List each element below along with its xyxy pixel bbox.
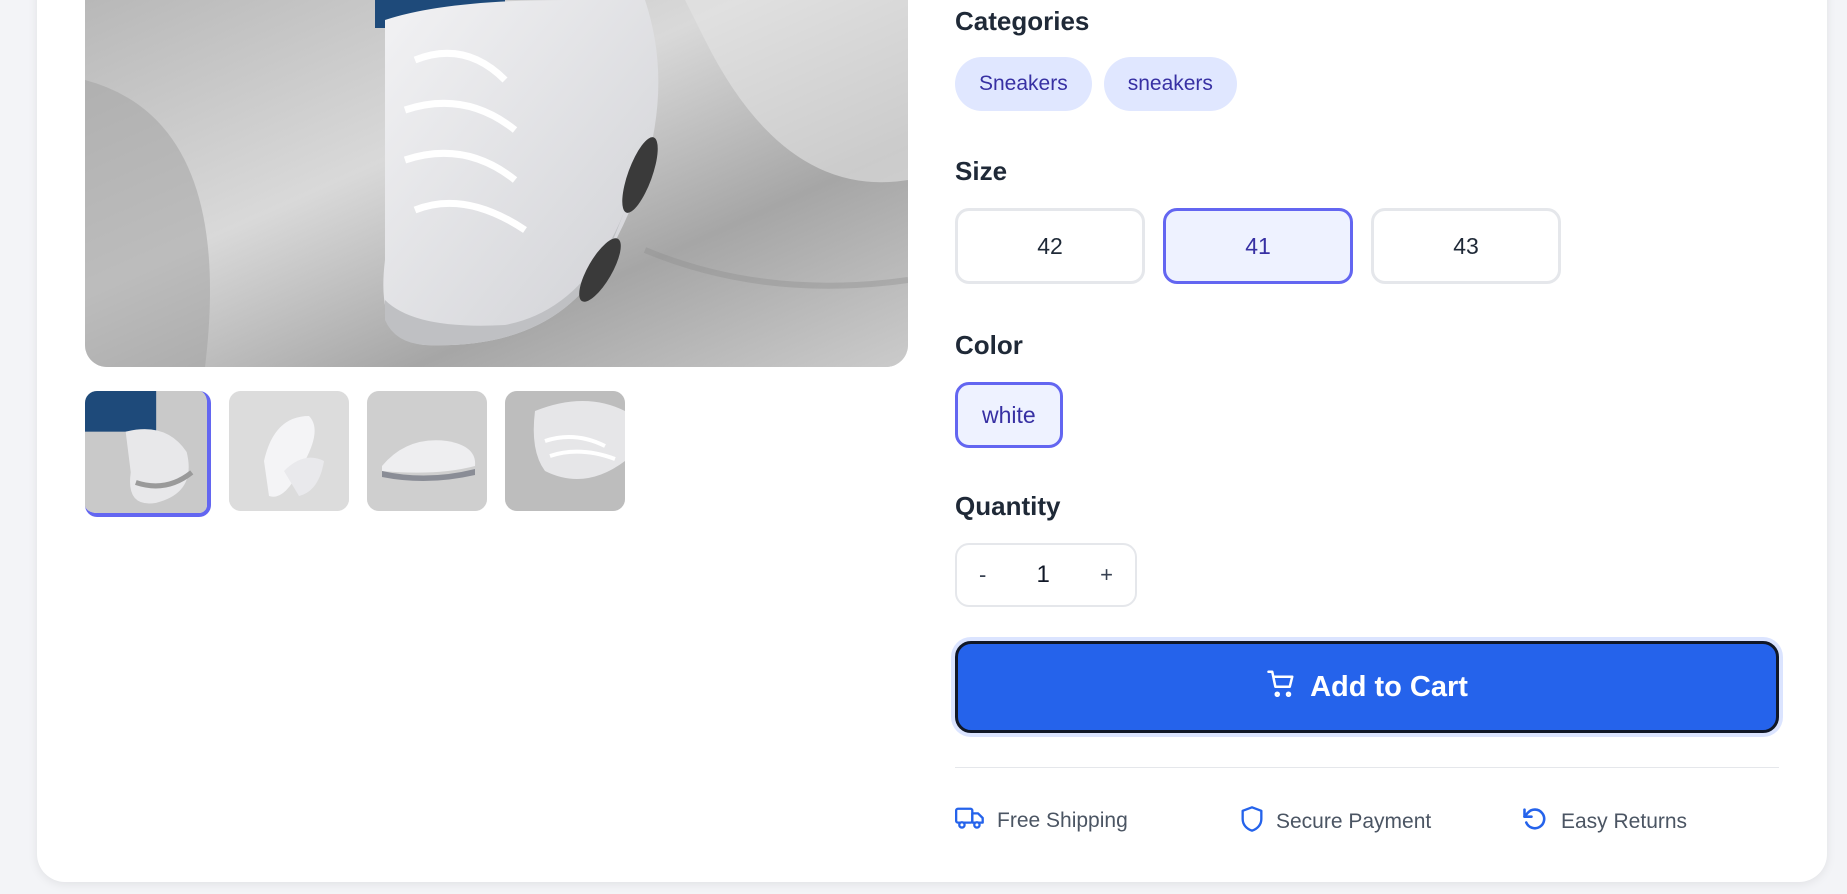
category-chips: Sneakers sneakers [955, 57, 1237, 111]
truck-icon [955, 805, 985, 837]
cart-icon [1266, 668, 1296, 706]
feature-label: Secure Payment [1276, 810, 1432, 833]
feature-label: Easy Returns [1561, 810, 1688, 833]
thumbnail-1[interactable] [85, 391, 211, 517]
category-chip[interactable]: sneakers [1103, 57, 1237, 111]
add-to-cart-button[interactable]: Add to Cart [955, 641, 1779, 733]
features-row: Free Shipping Secure Payment Easy Return… [955, 805, 1779, 839]
add-to-cart-label: Add to Cart [1310, 670, 1468, 703]
color-option-white[interactable]: white [955, 382, 1063, 448]
feature-free-shipping: Free Shipping [955, 805, 1128, 837]
thumbnail-3[interactable] [367, 391, 487, 511]
divider [955, 767, 1779, 768]
size-options: 42 41 43 [955, 208, 1561, 284]
size-option-43[interactable]: 43 [1371, 208, 1561, 284]
feature-secure-payment: Secure Payment [1240, 805, 1431, 839]
main-product-image [85, 0, 908, 367]
rotate-ccw-icon [1521, 805, 1549, 839]
thumbnail-2[interactable] [229, 391, 349, 511]
shield-icon [1240, 805, 1264, 839]
quantity-label: Quantity [955, 491, 1061, 521]
category-chip[interactable]: Sneakers [955, 57, 1092, 111]
thumbnail-strip [85, 391, 625, 517]
size-option-42[interactable]: 42 [955, 208, 1145, 284]
thumbnail-4[interactable] [505, 391, 625, 511]
size-option-41[interactable]: 41 [1163, 208, 1353, 284]
size-label: Size [955, 156, 1008, 186]
decrement-button[interactable]: - [979, 562, 986, 588]
quantity-stepper: - 1 + [955, 543, 1137, 607]
categories-label: Categories [955, 6, 1090, 36]
color-label: Color [955, 330, 1023, 360]
feature-label: Free Shipping [997, 809, 1128, 832]
increment-button[interactable]: + [1100, 562, 1113, 588]
feature-easy-returns: Easy Returns [1521, 805, 1687, 839]
quantity-value[interactable]: 1 [1037, 561, 1050, 589]
